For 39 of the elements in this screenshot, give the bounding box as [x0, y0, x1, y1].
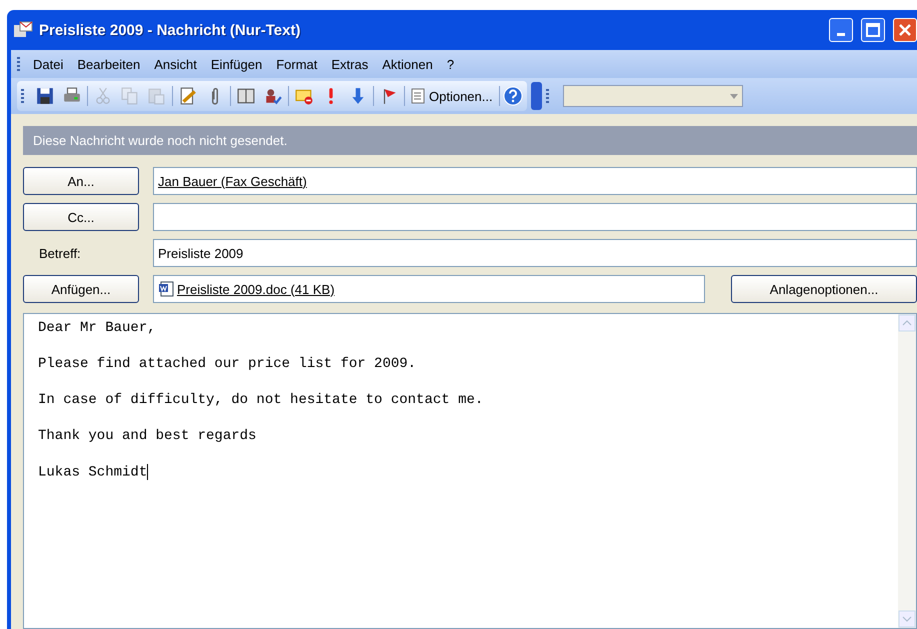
menu-item[interactable]: Einfügen — [204, 54, 270, 74]
help-icon[interactable] — [502, 86, 523, 106]
body-line: Dear Mr Bauer, — [38, 320, 157, 336]
close-button[interactable] — [893, 18, 917, 42]
subject-field[interactable]: Preisliste 2009 — [153, 239, 917, 267]
body-line: Thank you and best regards — [38, 428, 258, 444]
menu-item[interactable]: Format — [269, 54, 324, 74]
minimize-icon — [837, 32, 845, 36]
to-field[interactable]: Jan Bauer (Fax Geschäft) — [153, 167, 917, 195]
body-line: Lukas Schmidt — [38, 464, 150, 481]
dropdown-field[interactable] — [562, 85, 743, 107]
body-line: Please find attached our price list for 2009. — [38, 356, 418, 372]
menu-item[interactable]: ? — [440, 54, 462, 74]
body-line: In case of difficulty, do not hesitate to contact me. — [38, 392, 484, 408]
message-body-field[interactable]: Dear Mr Bauer, Please find attached our price list for 2009. In case of difficulty, do not hesitate to contact me. Thank you and best regards Lukas Schmidt — [23, 313, 917, 629]
caret-icon — [730, 94, 738, 98]
cc-button[interactable]: Cc... — [23, 203, 139, 231]
menu-item[interactable]: Ansicht — [147, 54, 204, 74]
minimize-button[interactable] — [829, 18, 853, 42]
options-button[interactable]: Optionen... — [408, 86, 496, 106]
attachment-link[interactable]: Preisliste 2009.doc (41 KB) — [177, 282, 335, 296]
envelope-icon — [13, 21, 33, 39]
maximize-button[interactable] — [861, 18, 885, 42]
attach-button[interactable]: Anfügen... — [23, 275, 139, 303]
attachment-options-button[interactable]: Anlagenoptionen... — [731, 275, 917, 303]
to-button[interactable]: An... — [23, 167, 139, 195]
window-title: Preisliste 2009 - Nachricht (Nur-Text) — [39, 22, 302, 38]
menu-item[interactable]: Bearbeiten — [70, 54, 148, 74]
menu-item[interactable]: Aktionen — [375, 54, 440, 74]
toolbar-chevron[interactable] — [530, 82, 542, 110]
menu-item[interactable]: Extras — [324, 54, 376, 74]
maximize-icon — [866, 23, 880, 37]
page-icon — [411, 88, 425, 104]
menu-item[interactable]: Datei — [26, 54, 70, 74]
info-bar: Diese Nachricht wurde noch nicht gesendet. — [23, 126, 917, 155]
document-icon — [158, 281, 174, 297]
subject-label: Betreff: — [38, 246, 82, 260]
close-icon — [898, 23, 912, 37]
cc-field[interactable] — [153, 203, 917, 231]
